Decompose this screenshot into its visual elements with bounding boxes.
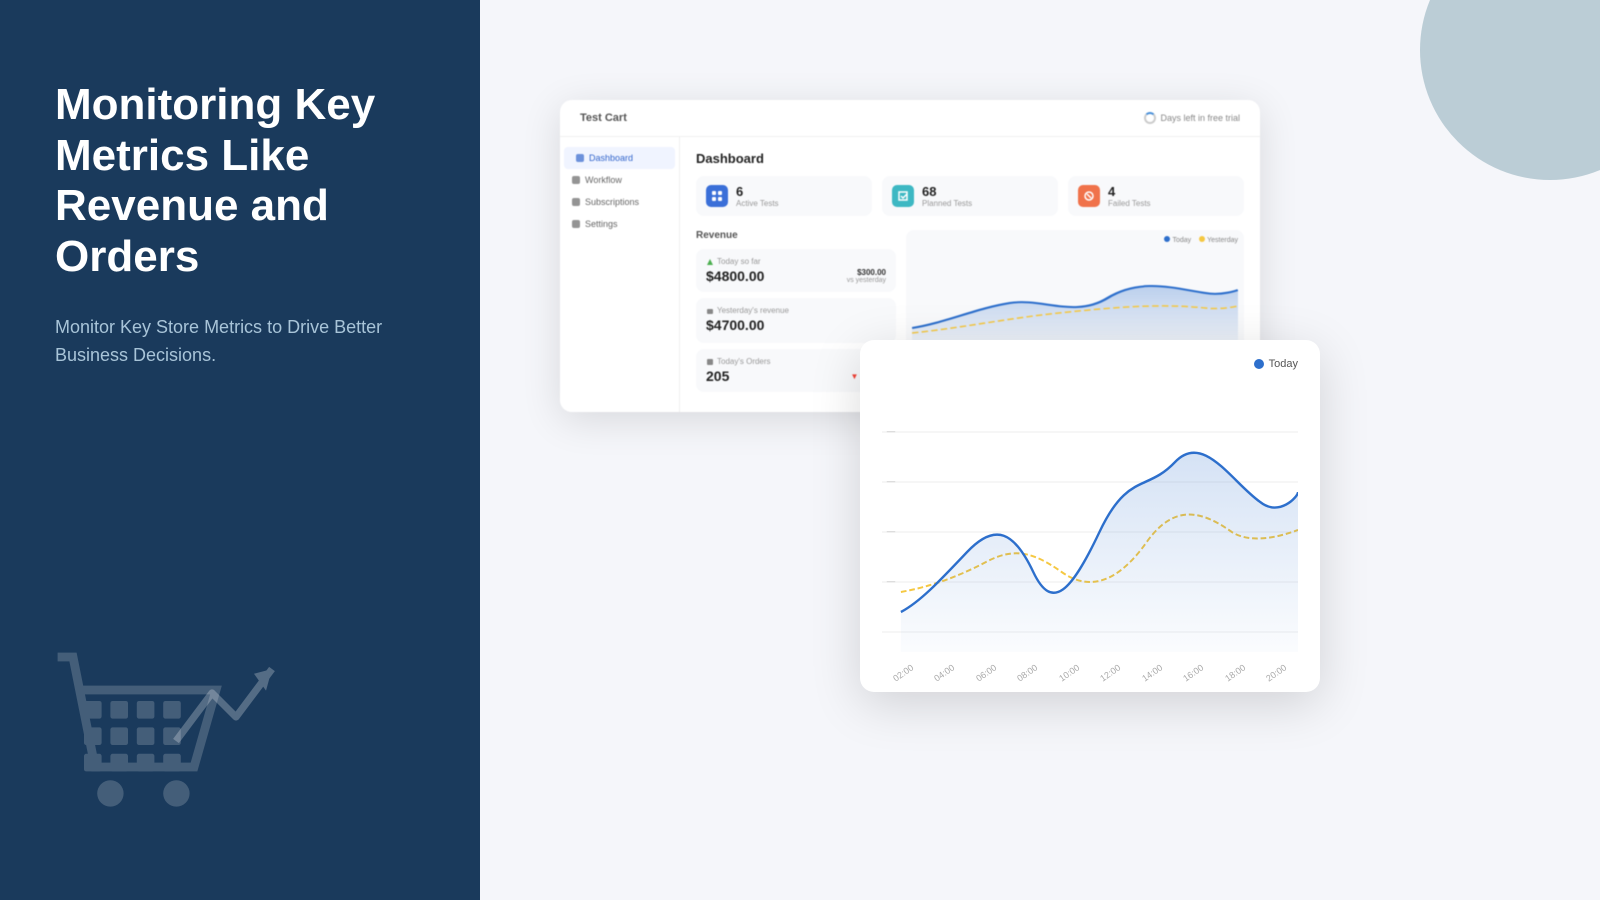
section-title: Dashboard xyxy=(696,151,1244,166)
decoration-circle xyxy=(1420,0,1600,180)
stat-label-failed: Failed Tests xyxy=(1108,199,1151,208)
arrow-decoration xyxy=(170,655,290,760)
x-label-2000: 20:00 xyxy=(1265,662,1289,683)
stat-num-active: 6 xyxy=(736,184,779,199)
x-label-0600: 06:00 xyxy=(974,662,998,683)
app-sidebar: Dashboard Workflow Subscriptions Setting… xyxy=(560,137,680,412)
sidebar-label-subscriptions: Subscriptions xyxy=(585,197,639,207)
trial-text: Days left in free trial xyxy=(1160,113,1240,123)
large-chart-svg: — — — — xyxy=(882,382,1298,652)
spinner-icon xyxy=(1144,112,1156,124)
x-label-0400: 04:00 xyxy=(933,662,957,683)
large-chart-card: Today — — — xyxy=(860,340,1320,692)
right-panel: Test Cart Days left in free trial Dashbo… xyxy=(480,0,1600,900)
x-label-0800: 08:00 xyxy=(1016,662,1040,683)
large-chart-header: Today xyxy=(882,358,1298,370)
chart-legend-large: Today xyxy=(1254,358,1298,370)
sub-text: Monitor Key Store Metrics to Drive Bette… xyxy=(55,314,395,370)
x-label-1400: 14:00 xyxy=(1140,662,1164,683)
sidebar-label-settings: Settings xyxy=(585,219,618,229)
stat-card-failed: 4 Failed Tests xyxy=(1068,176,1244,216)
stat-label-planned: Planned Tests xyxy=(922,199,972,208)
sidebar-item-workflow[interactable]: Workflow xyxy=(560,169,679,191)
rev-amount-yesterday: $4700.00 xyxy=(706,317,764,333)
x-label-1000: 10:00 xyxy=(1057,662,1081,683)
mini-chart-legend: Today Yesterday xyxy=(912,236,1238,244)
stat-num-failed: 4 xyxy=(1108,184,1151,199)
large-chart-svg-container: — — — — xyxy=(882,382,1298,662)
svg-text:—: — xyxy=(887,576,896,586)
revenue-section-label: Revenue xyxy=(696,230,896,241)
sidebar-item-subscriptions[interactable]: Subscriptions xyxy=(560,191,679,213)
svg-text:—: — xyxy=(887,476,896,486)
sidebar-label-dashboard: Dashboard xyxy=(589,153,633,163)
stat-num-planned: 68 xyxy=(922,184,972,199)
svg-text:—: — xyxy=(887,526,896,536)
stat-card-planned: 68 Planned Tests xyxy=(882,176,1058,216)
x-axis: 02:00 04:00 06:00 08:00 10:00 12:00 14:0… xyxy=(882,668,1298,678)
x-label-1200: 12:00 xyxy=(1099,662,1123,683)
svg-text:—: — xyxy=(887,426,896,436)
rev-label-yesterday: Yesterday's revenue xyxy=(706,306,886,315)
x-label-1800: 18:00 xyxy=(1223,662,1247,683)
mini-legend-yesterday: Yesterday xyxy=(1199,236,1238,244)
mini-legend-today: Today xyxy=(1164,236,1191,244)
rev-label-orders: Today's Orders xyxy=(706,357,886,366)
stat-icon-planned xyxy=(892,185,914,207)
rev-label-today: Today so far xyxy=(706,257,886,266)
stat-info-failed: 4 Failed Tests xyxy=(1108,184,1151,208)
nav-icon-dashboard xyxy=(576,154,584,162)
rev-amount-today: $4800.00 xyxy=(706,268,764,284)
stat-icon-active xyxy=(706,185,728,207)
mini-chart-svg xyxy=(912,248,1238,348)
stat-info-planned: 68 Planned Tests xyxy=(922,184,972,208)
nav-icon-subscriptions xyxy=(572,198,580,206)
revenue-card-today: Today so far $4800.00 $300.00 vs yesterd… xyxy=(696,249,896,292)
sidebar-item-dashboard[interactable]: Dashboard xyxy=(564,147,675,169)
main-heading: Monitoring Key Metrics Like Revenue and … xyxy=(55,80,425,282)
stat-info-active: 6 Active Tests xyxy=(736,184,779,208)
left-panel: Monitoring Key Metrics Like Revenue and … xyxy=(0,0,480,900)
nav-icon-workflow xyxy=(572,176,580,184)
sidebar-label-workflow: Workflow xyxy=(585,175,622,185)
trial-info: Days left in free trial xyxy=(1144,112,1240,124)
legend-today: Today xyxy=(1254,358,1298,370)
sidebar-item-settings[interactable]: Settings xyxy=(560,213,679,235)
stat-card-active: 6 Active Tests xyxy=(696,176,872,216)
stats-row: 6 Active Tests 68 Planned Tests xyxy=(696,176,1244,216)
revenue-card-yesterday: Yesterday's revenue $4700.00 xyxy=(696,298,896,343)
x-label-1600: 16:00 xyxy=(1182,662,1206,683)
rev-amount-orders: 205 xyxy=(706,368,729,384)
stat-icon-failed xyxy=(1078,185,1100,207)
x-label-0200: 02:00 xyxy=(891,662,915,683)
stat-label-active: Active Tests xyxy=(736,199,779,208)
arrow-icon xyxy=(170,655,290,755)
dashboard-header: Test Cart Days left in free trial xyxy=(560,100,1260,137)
legend-today-label: Today xyxy=(1269,358,1298,370)
app-title: Test Cart xyxy=(580,112,627,124)
nav-icon-settings xyxy=(572,220,580,228)
today-dot xyxy=(1254,359,1264,369)
